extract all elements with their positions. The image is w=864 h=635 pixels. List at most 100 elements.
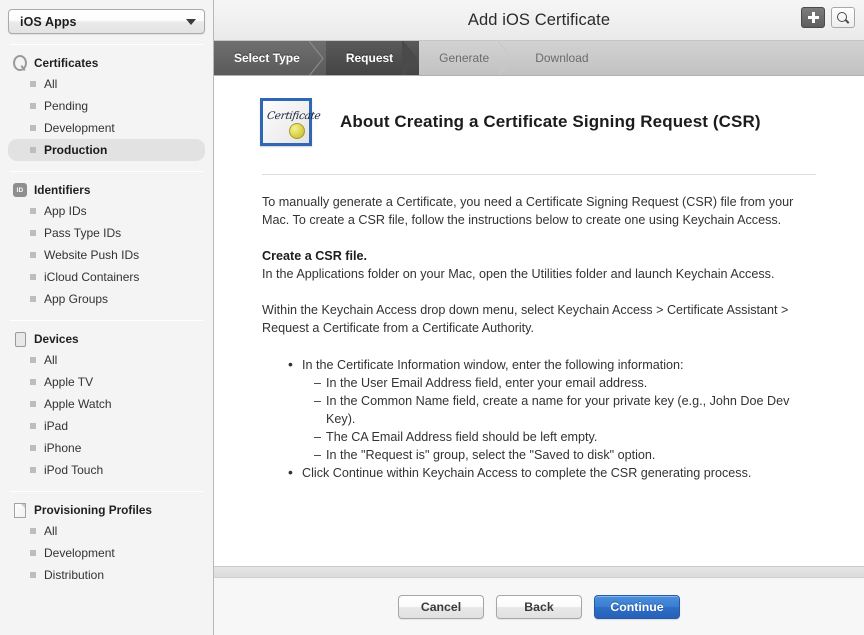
bullet-icon bbox=[30, 401, 36, 407]
bullet-icon bbox=[30, 445, 36, 451]
sidebar-section-header-devices[interactable]: Devices bbox=[0, 329, 213, 349]
list-item: Click Continue within Keychain Access to… bbox=[288, 464, 816, 482]
step-label: Select Type bbox=[234, 51, 300, 65]
sidebar-item-apple-watch[interactable]: Apple Watch bbox=[8, 393, 205, 415]
list-item: In the Certificate Information window, e… bbox=[288, 356, 816, 464]
step-select-type[interactable]: Select Type bbox=[214, 41, 326, 75]
sidebar-item-label: App Groups bbox=[44, 292, 108, 306]
sidebar-item-iphone[interactable]: iPhone bbox=[8, 437, 205, 459]
step-label: Download bbox=[535, 51, 588, 65]
bullet-icon bbox=[30, 252, 36, 258]
sidebar-section-title: Certificates bbox=[34, 56, 98, 70]
document-body: To manually generate a Certificate, you … bbox=[248, 194, 830, 482]
bullet-icon bbox=[30, 467, 36, 473]
header-divider bbox=[262, 174, 816, 175]
sidebar-item-ipad[interactable]: iPad bbox=[8, 415, 205, 437]
chevron-down-icon bbox=[186, 19, 196, 25]
sidebar-section-title: Devices bbox=[34, 332, 79, 346]
page-title: Add iOS Certificate bbox=[214, 11, 864, 30]
bullet-icon bbox=[30, 274, 36, 280]
titlebar: Add iOS Certificate bbox=[214, 0, 864, 41]
sidebar-section-devices: Devices All Apple TV Apple Watch iPad iP… bbox=[0, 321, 213, 481]
bullet-icon bbox=[30, 103, 36, 109]
certificate-seal-icon bbox=[13, 56, 27, 70]
sub-list-item: In the User Email Address field, enter y… bbox=[314, 374, 816, 392]
sidebar-item-certificates-pending[interactable]: Pending bbox=[8, 95, 205, 117]
sidebar-item-devices-all[interactable]: All bbox=[8, 349, 205, 371]
content-panel: Certificate About Creating a Certificate… bbox=[214, 76, 864, 566]
sub-list-item: The CA Email Address field should be lef… bbox=[314, 428, 816, 446]
wizard-breadcrumb: Select Type Request Generate Download bbox=[214, 41, 864, 76]
sidebar-item-profiles-development[interactable]: Development bbox=[8, 542, 205, 564]
certificate-icon: Certificate bbox=[260, 98, 312, 146]
bullet-icon bbox=[30, 572, 36, 578]
main-panel: Add iOS Certificate Select Type Request bbox=[214, 0, 864, 635]
bullet-icon bbox=[30, 357, 36, 363]
sidebar-item-ipod-touch[interactable]: iPod Touch bbox=[8, 459, 205, 481]
add-button[interactable] bbox=[801, 7, 825, 28]
sidebar-section-title: Identifiers bbox=[34, 183, 90, 197]
app-selector-dropdown[interactable]: iOS Apps bbox=[8, 9, 205, 34]
sidebar-section-header-identifiers[interactable]: ID Identifiers bbox=[0, 180, 213, 200]
bullet-icon bbox=[30, 528, 36, 534]
sidebar-section-header-certificates[interactable]: Certificates bbox=[0, 53, 213, 73]
sidebar-section-provisioning-profiles: Provisioning Profiles All Development Di… bbox=[0, 492, 213, 586]
sidebar-item-certificates-all[interactable]: All bbox=[8, 73, 205, 95]
sidebar-item-app-ids[interactable]: App IDs bbox=[8, 200, 205, 222]
sidebar-item-profiles-distribution[interactable]: Distribution bbox=[8, 564, 205, 586]
sidebar-item-label: iCloud Containers bbox=[44, 270, 139, 284]
continue-button[interactable]: Continue bbox=[594, 595, 680, 619]
step-download[interactable]: Download bbox=[515, 41, 614, 75]
sidebar-item-label: Development bbox=[44, 121, 115, 135]
search-icon bbox=[837, 12, 849, 24]
bullet-icon bbox=[30, 423, 36, 429]
step-generate[interactable]: Generate bbox=[419, 41, 515, 75]
sidebar-item-label: iPad bbox=[44, 419, 68, 433]
sidebar-item-label: Distribution bbox=[44, 568, 104, 582]
sidebar-item-certificates-production[interactable]: Production bbox=[8, 139, 205, 161]
sub-list-item: In the Common Name field, create a name … bbox=[314, 392, 816, 428]
sub-list-item: In the "Request is" group, select the "S… bbox=[314, 446, 816, 464]
sidebar-section-identifiers: ID Identifiers App IDs Pass Type IDs Web… bbox=[0, 172, 213, 310]
step-label: Request bbox=[346, 51, 393, 65]
certificate-icon-text: Certificate bbox=[266, 110, 321, 122]
sidebar-item-label: Pending bbox=[44, 99, 88, 113]
app-window: iOS Apps Certificates All Pending Develo… bbox=[0, 0, 864, 635]
titlebar-actions bbox=[801, 7, 855, 28]
search-button[interactable] bbox=[831, 7, 855, 28]
bullet-icon bbox=[30, 230, 36, 236]
instruction-list: In the Certificate Information window, e… bbox=[262, 356, 816, 482]
sidebar-section-certificates: Certificates All Pending Development Pro… bbox=[0, 45, 213, 161]
sidebar-item-label: Pass Type IDs bbox=[44, 226, 121, 240]
sidebar-item-label: All bbox=[44, 524, 57, 538]
back-button[interactable]: Back bbox=[496, 595, 582, 619]
section-heading: Create a CSR file. bbox=[262, 248, 816, 266]
step-request[interactable]: Request bbox=[326, 41, 419, 75]
plus-icon bbox=[808, 12, 819, 23]
sidebar: iOS Apps Certificates All Pending Develo… bbox=[0, 0, 214, 635]
sidebar-item-label: Apple Watch bbox=[44, 397, 112, 411]
bullet-icon bbox=[30, 379, 36, 385]
sidebar-item-apple-tv[interactable]: Apple TV bbox=[8, 371, 205, 393]
sidebar-dropdown-wrap: iOS Apps bbox=[0, 0, 213, 34]
list-item-text: In the Certificate Information window, e… bbox=[302, 358, 684, 372]
seal-icon bbox=[289, 123, 305, 139]
app-selector-value: iOS Apps bbox=[20, 15, 186, 29]
sidebar-item-label: All bbox=[44, 353, 57, 367]
cancel-button[interactable]: Cancel bbox=[398, 595, 484, 619]
sidebar-item-certificates-development[interactable]: Development bbox=[8, 117, 205, 139]
sidebar-item-icloud-containers[interactable]: iCloud Containers bbox=[8, 266, 205, 288]
sidebar-item-website-push-ids[interactable]: Website Push IDs bbox=[8, 244, 205, 266]
sidebar-item-label: All bbox=[44, 77, 57, 91]
sidebar-item-pass-type-ids[interactable]: Pass Type IDs bbox=[8, 222, 205, 244]
document-header: Certificate About Creating a Certificate… bbox=[248, 76, 830, 146]
sidebar-item-profiles-all[interactable]: All bbox=[8, 520, 205, 542]
sidebar-item-app-groups[interactable]: App Groups bbox=[8, 288, 205, 310]
bullet-icon bbox=[30, 208, 36, 214]
sidebar-item-label: Apple TV bbox=[44, 375, 93, 389]
bullet-icon bbox=[30, 296, 36, 302]
footer-actions: Cancel Back Continue bbox=[214, 578, 864, 635]
sidebar-section-header-provisioning-profiles[interactable]: Provisioning Profiles bbox=[0, 500, 213, 520]
intro-paragraph: To manually generate a Certificate, you … bbox=[262, 194, 816, 229]
bullet-icon bbox=[30, 147, 36, 153]
